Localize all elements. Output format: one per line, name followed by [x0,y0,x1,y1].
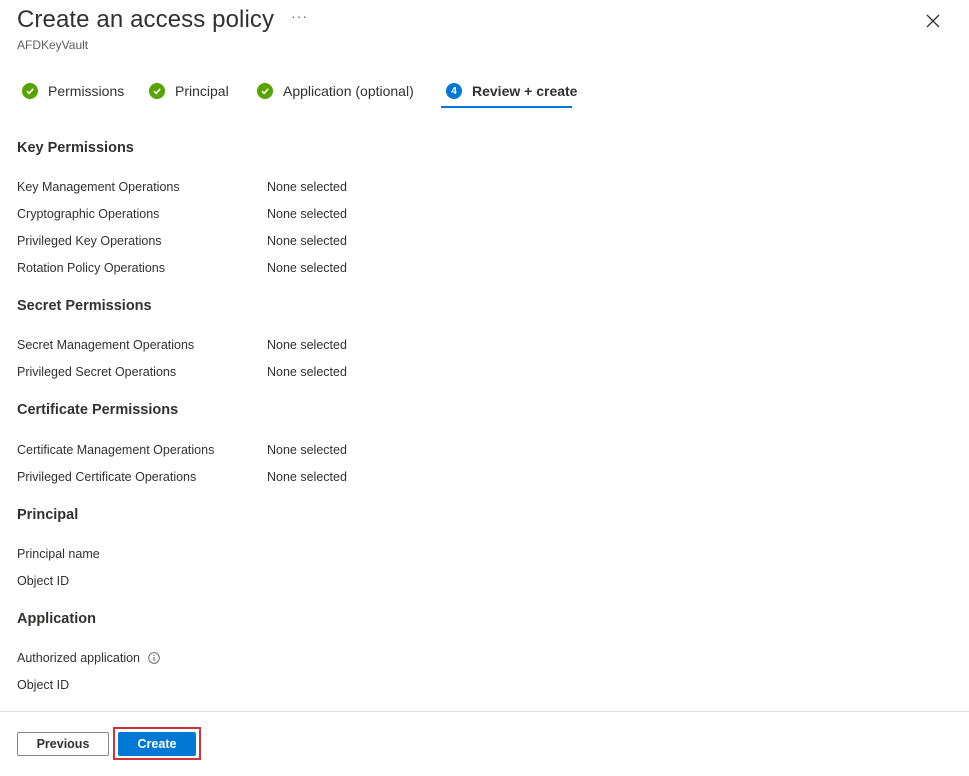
create-access-policy-panel: Create an access policy ··· AFDKeyVault … [0,0,969,776]
section-title-application: Application [17,611,96,627]
row-value: None selected [267,365,347,379]
tab-principal[interactable]: Principal [149,74,229,108]
tab-label: Application (optional) [283,83,414,99]
row-value: None selected [267,207,347,221]
row-value: None selected [267,261,347,275]
row-value: None selected [267,443,347,457]
page-subtitle: AFDKeyVault [17,38,89,52]
row-value: None selected [267,234,347,248]
step-number-badge: 4 [446,83,462,99]
tab-review-create[interactable]: 4 Review + create [446,74,577,108]
section-title-certificate-permissions: Certificate Permissions [17,402,179,418]
row-label: Secret Management Operations [17,338,195,352]
authorized-application-row: Authorized application [17,651,161,665]
row-label: Rotation Policy Operations [17,261,165,275]
row-label: Object ID [17,678,70,692]
row-label: Certificate Management Operations [17,443,215,457]
check-circle-icon [149,83,165,99]
section-title-secret-permissions: Secret Permissions [17,298,152,314]
row-value: None selected [267,180,347,194]
create-button[interactable]: Create [118,732,196,756]
tab-permissions[interactable]: Permissions [22,74,124,108]
page-title: Create an access policy [17,6,275,33]
row-value: None selected [267,338,347,352]
previous-button[interactable]: Previous [17,732,109,756]
row-label: Privileged Certificate Operations [17,470,197,484]
tab-label: Review + create [472,83,578,99]
row-label: Privileged Secret Operations [17,365,177,379]
more-options-button[interactable]: ··· [291,8,308,24]
footer-divider [0,711,969,712]
row-label: Object ID [17,574,70,588]
tab-application[interactable]: Application (optional) [257,74,414,108]
close-icon [926,14,940,28]
active-tab-indicator [441,106,572,108]
row-label: Cryptographic Operations [17,207,160,221]
section-title-principal: Principal [17,507,79,523]
row-value: None selected [267,470,347,484]
close-button[interactable] [922,10,944,32]
info-icon[interactable] [148,652,161,664]
check-circle-icon [22,83,38,99]
row-label: Key Management Operations [17,180,180,194]
wizard-tabs: Permissions Principal Application (optio… [0,74,969,110]
section-title-key-permissions: Key Permissions [17,140,134,156]
row-label: Authorized application [17,651,140,665]
tab-label: Permissions [48,83,125,99]
check-circle-icon [257,83,273,99]
row-label: Principal name [17,547,100,561]
tab-label: Principal [175,83,229,99]
row-label: Privileged Key Operations [17,234,162,248]
